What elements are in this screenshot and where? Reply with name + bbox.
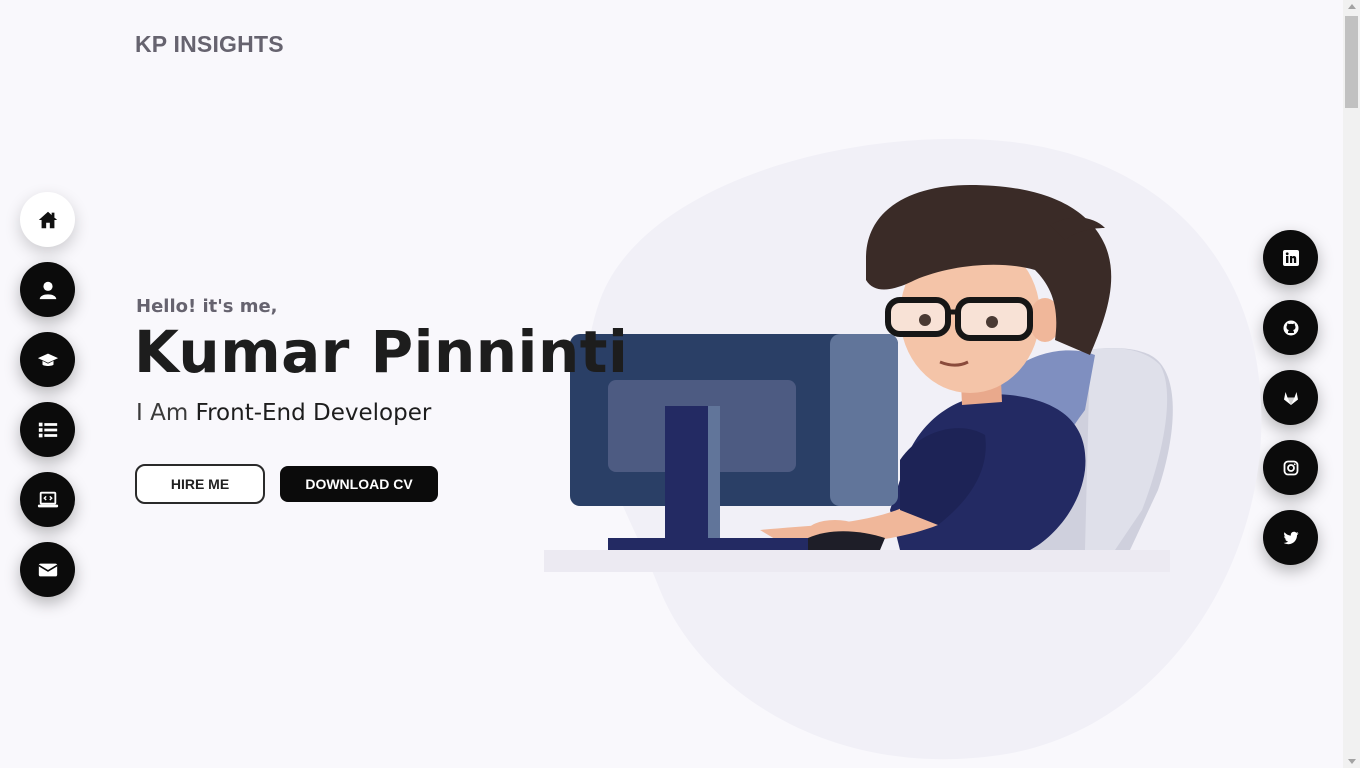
nav-education-button[interactable] — [20, 332, 75, 387]
hero-role-prefix: I Am — [136, 400, 189, 426]
monitor-base — [608, 538, 808, 552]
desk — [544, 550, 1170, 572]
envelope-icon — [37, 563, 58, 576]
list-icon — [38, 422, 57, 437]
nav-about-button[interactable] — [20, 262, 75, 317]
graduation-cap-icon — [37, 353, 58, 366]
developer-illustration — [544, 138, 1262, 760]
hire-me-button[interactable]: HIRE ME — [135, 464, 265, 504]
nav-home-button[interactable] — [20, 192, 75, 247]
hero-greeting: Hello! it's me, — [136, 296, 278, 317]
page-scrollbar[interactable] — [1343, 0, 1360, 768]
nav-experience-button[interactable] — [20, 402, 75, 457]
hero-role: Front-End Developer — [195, 400, 432, 426]
download-cv-button[interactable]: DOWNLOAD CV — [280, 466, 438, 502]
laptop-code-icon — [37, 491, 58, 507]
scroll-down-arrow-icon[interactable] — [1348, 759, 1356, 764]
hero-role-line: I Am Front-End Developer — [136, 400, 431, 426]
nav-contact-button[interactable] — [20, 542, 75, 597]
page: KP INSIGHTS Hello! it's me, Kumar Pinnin… — [0, 0, 1343, 768]
scroll-thumb[interactable] — [1345, 16, 1358, 108]
nav-projects-button[interactable] — [20, 472, 75, 527]
glasses-left — [885, 297, 951, 337]
user-icon — [39, 281, 56, 299]
hero-name: Kumar Pinninti — [134, 318, 629, 386]
scroll-up-arrow-icon[interactable] — [1348, 4, 1356, 9]
site-logo[interactable]: KP INSIGHTS — [135, 31, 284, 58]
home-icon — [38, 211, 57, 228]
